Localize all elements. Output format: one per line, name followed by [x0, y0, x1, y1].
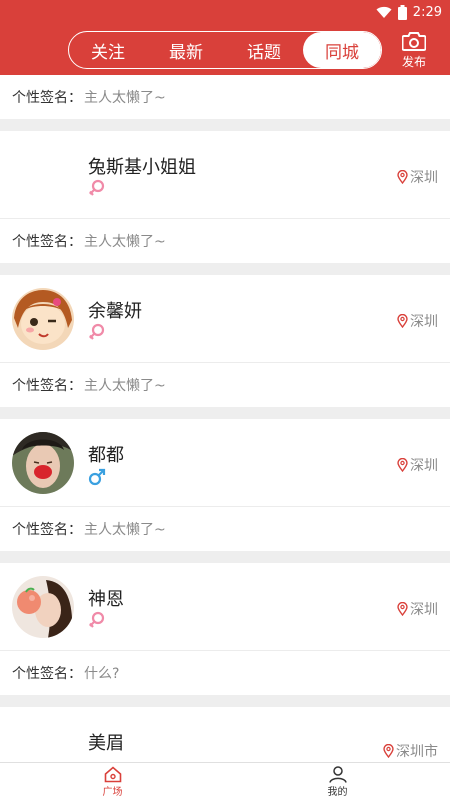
location-pin-icon — [383, 744, 394, 758]
location: 深圳 — [397, 455, 438, 475]
nav-mine[interactable]: 我的 — [225, 763, 450, 800]
location: 深圳 — [397, 167, 438, 187]
divider — [0, 119, 450, 131]
user-card[interactable]: 都都 深圳 个性签名： 主人太懒了~ — [0, 419, 450, 551]
user-row[interactable]: 神恩 深圳 — [0, 563, 450, 651]
camera-icon — [402, 32, 426, 51]
location-pin-icon — [397, 458, 408, 472]
header-tabs: 关注 最新 话题 同城 — [68, 31, 382, 69]
user-list[interactable]: 个性签名： 主人太懒了~ 兔斯基小姐姐 深圳 个性签名： 主人太懒了~ 余馨妍 … — [0, 75, 450, 762]
user-icon — [328, 765, 347, 783]
location: 深圳 — [397, 599, 438, 619]
location: 深圳 — [397, 311, 438, 331]
signature-value: 主人太懒了~ — [84, 90, 166, 106]
bottom-nav: 广场 我的 — [0, 762, 450, 800]
user-name: 神恩 — [88, 589, 124, 610]
avatar[interactable] — [12, 720, 74, 762]
male-icon — [88, 468, 106, 486]
tab-latest[interactable]: 最新 — [147, 32, 225, 68]
signature-row: 个性签名： 什么? — [0, 651, 450, 695]
location-text: 深圳市 — [396, 744, 438, 760]
tab-same-city[interactable]: 同城 — [303, 32, 381, 68]
user-row[interactable]: 都都 深圳 — [0, 419, 450, 507]
location: 深圳市 — [383, 741, 438, 761]
location-pin-icon — [397, 170, 408, 184]
location-text: 深圳 — [410, 314, 438, 330]
signature-row: 个性签名： 主人太懒了~ — [0, 219, 450, 263]
status-bar: 2:29 — [376, 2, 442, 22]
user-row[interactable]: 兔斯基小姐姐 深圳 — [0, 131, 450, 219]
signature-key: 个性签名： — [12, 90, 82, 106]
publish-button[interactable]: 发布 — [398, 32, 430, 70]
avatar[interactable] — [12, 288, 74, 350]
signature-row: 个性签名： 主人太懒了~ — [0, 75, 450, 119]
avatar[interactable] — [12, 144, 74, 206]
signature-value: 主人太懒了~ — [84, 522, 166, 538]
tab-topics[interactable]: 话题 — [225, 32, 303, 68]
signature-value: 什么? — [84, 666, 120, 682]
signature-key: 个性签名： — [12, 234, 82, 250]
signature-key: 个性签名： — [12, 522, 82, 538]
user-name: 兔斯基小姐姐 — [88, 157, 196, 178]
publish-label: 发布 — [401, 55, 426, 69]
user-card[interactable]: 美眉 深圳市 — [0, 707, 450, 762]
signature-row: 个性签名： 主人太懒了~ — [0, 507, 450, 551]
signature-key: 个性签名： — [12, 666, 82, 682]
avatar[interactable] — [12, 576, 74, 638]
signature-key: 个性签名： — [12, 378, 82, 394]
home-icon — [104, 765, 121, 782]
signature-row: 个性签名： 主人太懒了~ — [0, 363, 450, 407]
user-row[interactable]: 美眉 深圳市 — [0, 707, 450, 762]
divider — [0, 695, 450, 707]
user-name: 余馨妍 — [88, 301, 142, 322]
female-icon — [89, 611, 105, 628]
user-card[interactable]: 神恩 深圳 个性签名： 什么? — [0, 563, 450, 695]
photo-avatar-image — [12, 576, 74, 638]
battery-icon — [397, 4, 407, 20]
female-icon — [89, 323, 105, 340]
avatar[interactable] — [12, 432, 74, 494]
divider — [0, 407, 450, 419]
location-pin-icon — [397, 602, 408, 616]
signature-value: 主人太懒了~ — [84, 234, 166, 250]
user-name: 都都 — [88, 445, 124, 466]
cartoon-avatar-image — [12, 288, 74, 350]
nav-mine-label: 我的 — [327, 786, 348, 798]
nav-square[interactable]: 广场 — [0, 763, 225, 800]
header-bar: 2:29 关注 最新 话题 同城 发布 — [0, 0, 450, 75]
wifi-icon — [376, 6, 392, 18]
tab-follow[interactable]: 关注 — [69, 32, 147, 68]
location-text: 深圳 — [410, 602, 438, 618]
user-row[interactable]: 余馨妍 深圳 — [0, 275, 450, 363]
female-icon — [89, 179, 105, 196]
location-text: 深圳 — [410, 170, 438, 186]
divider — [0, 263, 450, 275]
user-name: 美眉 — [88, 733, 124, 754]
signature-value: 主人太懒了~ — [84, 378, 166, 394]
photo-avatar-image — [12, 432, 74, 494]
nav-square-label: 广场 — [102, 786, 123, 798]
location-pin-icon — [397, 314, 408, 328]
divider — [0, 551, 450, 563]
location-text: 深圳 — [410, 458, 438, 474]
status-time: 2:29 — [412, 4, 442, 20]
user-card[interactable]: 兔斯基小姐姐 深圳 个性签名： 主人太懒了~ — [0, 131, 450, 263]
user-card[interactable]: 余馨妍 深圳 个性签名： 主人太懒了~ — [0, 275, 450, 407]
